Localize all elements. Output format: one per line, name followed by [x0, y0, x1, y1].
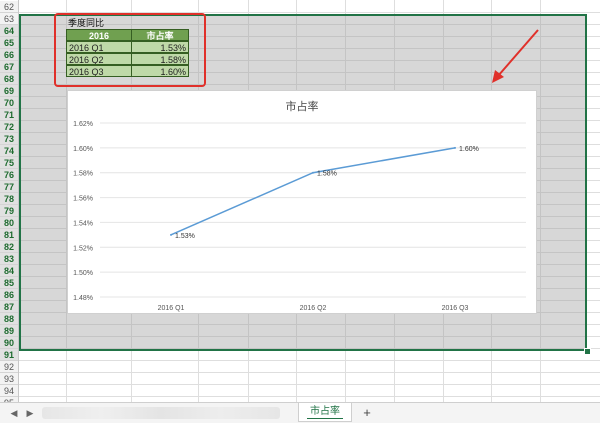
row-header-86[interactable]: 86: [0, 289, 18, 301]
annotation-highlight-box: [54, 13, 206, 87]
row-header-74[interactable]: 74: [0, 145, 18, 157]
y-tick-label: 1.58%: [73, 171, 93, 178]
y-tick-label: 1.54%: [73, 220, 93, 227]
data-label: 1.53%: [175, 233, 195, 240]
fill-handle[interactable]: [584, 348, 591, 355]
row-header-83[interactable]: 83: [0, 253, 18, 265]
row-gridline: [18, 372, 600, 373]
row-header-65[interactable]: 65: [0, 37, 18, 49]
row-header-88[interactable]: 88: [0, 313, 18, 325]
row-header-90[interactable]: 90: [0, 337, 18, 349]
y-tick-label: 1.60%: [73, 146, 93, 153]
row-header-75[interactable]: 75: [0, 157, 18, 169]
data-point: [454, 146, 456, 149]
data-label: 1.60%: [459, 146, 479, 153]
line-chart[interactable]: 市占率 1.48% 1.50% 1.52% 1.54% 1.56% 1.58% 1.60% 1…: [67, 90, 537, 314]
row-gridline: [18, 384, 600, 385]
row-header-82[interactable]: 82: [0, 241, 18, 253]
row-header-81[interactable]: 81: [0, 229, 18, 241]
tab-active-sheet[interactable]: 市占率: [298, 403, 352, 422]
chart-plot: 1.48% 1.50% 1.52% 1.54% 1.56% 1.58% 1.60% 1.62%…: [73, 121, 526, 312]
row-gridline: [18, 396, 600, 397]
row-header-68[interactable]: 68: [0, 73, 18, 85]
y-tick-label: 1.48%: [73, 295, 93, 302]
row-header-94[interactable]: 94: [0, 385, 18, 397]
data-point: [170, 233, 172, 236]
y-tick-label: 1.52%: [73, 245, 93, 252]
data-label: 1.58%: [317, 171, 337, 178]
row-header-85[interactable]: 85: [0, 277, 18, 289]
series-line: [170, 147, 456, 236]
row-header-67[interactable]: 67: [0, 61, 18, 73]
row-header-69[interactable]: 69: [0, 85, 18, 97]
add-sheet-button[interactable]: +: [360, 406, 374, 420]
y-tick-label: 1.62%: [73, 121, 93, 128]
row-header-80[interactable]: 80: [0, 217, 18, 229]
row-header-66[interactable]: 66: [0, 49, 18, 61]
row-header-91[interactable]: 91: [0, 349, 18, 361]
row-header-70[interactable]: 70: [0, 97, 18, 109]
row-header-62[interactable]: 62: [0, 1, 18, 13]
row-header-71[interactable]: 71: [0, 109, 18, 121]
x-tick-label: 2016 Q2: [300, 305, 327, 312]
row-header-73[interactable]: 73: [0, 133, 18, 145]
row-header-72[interactable]: 72: [0, 121, 18, 133]
spreadsheet-grid[interactable]: 62 63 64 65 66 67 68 69 70 71 72 73 74 75 76 77 78 79 80 81…: [0, 0, 600, 402]
sheet-tab-bar: ◀ ▶ 市占率 +: [0, 402, 600, 423]
row-header-87[interactable]: 87: [0, 301, 18, 313]
annotation-arrow-icon: [492, 29, 539, 83]
y-tick-label: 1.50%: [73, 270, 93, 277]
row-header-64[interactable]: 64: [0, 25, 18, 37]
previous-sheet-arrow-icon[interactable]: ◀: [8, 407, 20, 419]
row-header-76[interactable]: 76: [0, 169, 18, 181]
row-header-93[interactable]: 93: [0, 373, 18, 385]
x-tick-label: 2016 Q3: [442, 305, 469, 312]
row-header-79[interactable]: 79: [0, 205, 18, 217]
row-gridline: [18, 360, 600, 361]
next-sheet-arrow-icon[interactable]: ▶: [24, 407, 36, 419]
blurred-sheet-tabs: [42, 407, 280, 419]
row-header-78[interactable]: 78: [0, 193, 18, 205]
y-tick-label: 1.56%: [73, 196, 93, 203]
row-header-89[interactable]: 89: [0, 325, 18, 337]
x-tick-label: 2016 Q1: [158, 305, 185, 312]
row-header-92[interactable]: 92: [0, 361, 18, 373]
data-point: [312, 171, 314, 174]
row-header-63[interactable]: 63: [0, 13, 18, 25]
row-header-84[interactable]: 84: [0, 265, 18, 277]
row-header-77[interactable]: 77: [0, 181, 18, 193]
